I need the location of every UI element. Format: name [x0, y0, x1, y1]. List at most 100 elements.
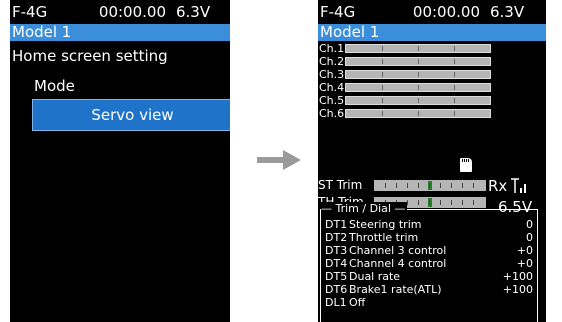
- dial-value: 0: [526, 218, 533, 231]
- channel-label: Ch.6: [319, 107, 345, 120]
- trim-dial-title-text: Trim / Dial: [335, 202, 391, 215]
- dial-key: DT6: [325, 283, 348, 296]
- mode-select-value: Servo view: [91, 106, 174, 124]
- bar-tick: [418, 46, 419, 51]
- channel-label: Ch.4: [319, 81, 345, 94]
- right-arrow-icon: [257, 150, 301, 170]
- bar-tick: [418, 85, 419, 90]
- dial-key: DT5: [325, 270, 348, 283]
- dial-value: +100: [502, 270, 533, 283]
- bar-tick: [454, 59, 455, 64]
- bar-tick: [454, 85, 455, 90]
- dial-function: Channel 3 control: [349, 244, 447, 257]
- model-type: F-4G: [320, 3, 356, 21]
- page-title: Home screen setting: [12, 47, 168, 65]
- bar-tick: [454, 98, 455, 103]
- bar-tick: [382, 85, 383, 90]
- model-type: F-4G: [12, 3, 48, 21]
- rx-label: Rx: [488, 177, 508, 195]
- dial-function: Throttle trim: [349, 231, 419, 244]
- trim-dial-panel: — Trim / Dial — DT1 Steering trim 0 DT2 Thr…: [320, 202, 538, 322]
- channel-bar: [345, 96, 491, 105]
- model-name-bar: Model 1: [10, 24, 230, 41]
- channel-label: Ch.3: [319, 68, 345, 81]
- trim-tick: [473, 182, 474, 188]
- channel-row: Ch.4: [318, 81, 546, 94]
- bar-tick: [454, 46, 455, 51]
- servo-view-screen: F-4G 00:00.00 6.3V Model 1 Ch.1 Ch.2 Ch.…: [318, 0, 546, 322]
- st-trim-label: ST Trim: [318, 178, 363, 192]
- trim-tick: [429, 182, 430, 188]
- dial-key: DL1: [325, 296, 347, 309]
- bar-tick: [382, 111, 383, 116]
- timer: 00:00.00: [98, 3, 166, 21]
- trim-tick: [418, 199, 419, 205]
- channel-bar: [345, 83, 491, 92]
- channel-row: Ch.1: [318, 42, 546, 55]
- bar-tick: [418, 111, 419, 116]
- dial-function: Channel 4 control: [349, 257, 447, 270]
- trim-tick: [462, 182, 463, 188]
- list-item: DT4 Channel 4 control +0: [325, 257, 533, 270]
- sd-card-icon: [460, 158, 472, 172]
- trim-tick: [473, 199, 474, 205]
- list-item: DT3 Channel 3 control +0: [325, 244, 533, 257]
- dial-key: DT3: [325, 244, 348, 257]
- st-trim-row: ST Trim: [318, 178, 486, 192]
- signal-antenna-icon: [511, 178, 526, 193]
- bar-tick: [382, 46, 383, 51]
- list-item: DL1 Off: [325, 296, 533, 309]
- battery-voltage: 6.3V: [176, 3, 211, 21]
- dial-value: +100: [502, 283, 533, 296]
- st-trim-bar: [374, 179, 486, 191]
- list-item: DT1 Steering trim 0: [325, 218, 533, 231]
- trim-tick: [440, 182, 441, 188]
- dial-value: [493, 296, 533, 309]
- trim-tick: [429, 199, 430, 205]
- dial-key: DT2: [325, 231, 348, 244]
- mode-select-button[interactable]: Servo view: [32, 99, 230, 131]
- channel-row: Ch.3: [318, 68, 546, 81]
- dial-key: DT4: [325, 257, 348, 270]
- mode-label: Mode: [34, 77, 75, 95]
- dial-value: +0: [516, 244, 533, 257]
- dial-value: 0: [526, 231, 533, 244]
- bar-tick: [382, 72, 383, 77]
- trim-tick: [451, 182, 452, 188]
- list-item: DT5 Dual rate +100: [325, 270, 533, 283]
- bar-tick: [454, 111, 455, 116]
- channel-row: Ch.6: [318, 107, 546, 120]
- dial-function: Brake1 rate(ATL): [349, 283, 442, 296]
- channel-bar: [345, 109, 491, 118]
- status-bar: F-4G 00:00.00 6.3V: [10, 0, 230, 24]
- trim-dial-title: — Trim / Dial —: [321, 202, 408, 215]
- dial-function: Off: [349, 296, 366, 309]
- bar-tick: [454, 72, 455, 77]
- dial-value: +0: [516, 257, 533, 270]
- model-name-bar: Model 1: [318, 24, 546, 41]
- trim-tick: [385, 182, 386, 188]
- bar-tick: [418, 72, 419, 77]
- channel-bar: [345, 70, 491, 79]
- status-bar: F-4G 00:00.00 6.3V: [318, 0, 546, 24]
- battery-voltage: 6.3V: [490, 3, 525, 21]
- home-screen-setting-screen: F-4G 00:00.00 6.3V Model 1 Home screen s…: [10, 0, 230, 322]
- trim-tick: [396, 182, 397, 188]
- trim-dial-list: DT1 Steering trim 0 DT2 Throttle trim 0 DT3 C…: [325, 218, 533, 309]
- channel-bar: [345, 44, 491, 53]
- channel-list: Ch.1 Ch.2 Ch.3 Ch.4 Ch.5 Ch.6: [318, 42, 546, 120]
- trim-tick: [451, 199, 452, 205]
- bar-tick: [418, 59, 419, 64]
- channel-row: Ch.2: [318, 55, 546, 68]
- channel-row: Ch.5: [318, 94, 546, 107]
- timer: 00:00.00: [412, 3, 480, 21]
- dial-function: Steering trim: [349, 218, 422, 231]
- channel-label: Ch.5: [319, 94, 345, 107]
- trim-tick: [418, 182, 419, 188]
- trim-tick: [440, 199, 441, 205]
- dial-function: Dual rate: [349, 270, 401, 283]
- bar-tick: [382, 98, 383, 103]
- list-item: DT6 Brake1 rate(ATL) +100: [325, 283, 533, 296]
- list-item: DT2 Throttle trim 0: [325, 231, 533, 244]
- bar-tick: [418, 98, 419, 103]
